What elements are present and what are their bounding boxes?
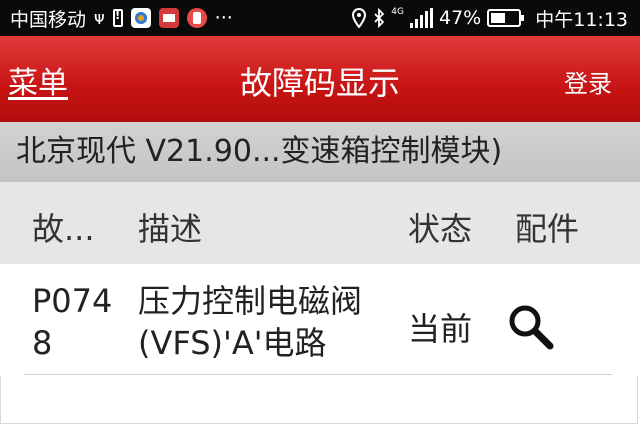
- notification-app-icon: [186, 8, 207, 28]
- header-parts: 配件: [515, 210, 580, 248]
- battery-warning-icon: [112, 8, 123, 27]
- header-description: 描述: [138, 210, 203, 248]
- battery-percent: 47%: [439, 7, 482, 29]
- more-dots-icon: ···: [214, 7, 233, 29]
- battery-icon: [487, 9, 525, 27]
- signal-icon: [410, 8, 433, 28]
- status-bar: 中国移动 ᴪ ··· 4G 47% 中午11:13: [0, 0, 640, 36]
- search-icon[interactable]: [506, 302, 554, 350]
- table-row[interactable]: P0748 压力控制电磁阀(VFS)'A'电路 当前: [0, 264, 640, 376]
- clock: 中午11:13: [535, 8, 628, 31]
- row-divider: [24, 374, 612, 375]
- module-breadcrumb: 北京现代 V21.90...变速箱控制模块): [0, 122, 640, 182]
- usb-debug-icon: ᴪ: [94, 7, 105, 29]
- table-header: 故... 描述 状态 配件: [0, 182, 640, 264]
- login-button[interactable]: 登录: [564, 64, 612, 99]
- fault-status: 当前: [408, 310, 473, 348]
- menu-button[interactable]: 菜单: [8, 58, 68, 102]
- module-name: 北京现代 V21.90...变速箱控制模块): [16, 134, 503, 169]
- calendar-icon: [158, 8, 179, 28]
- action-bar: 菜单 故障码显示 登录: [0, 36, 640, 122]
- fault-code: P0748: [32, 282, 113, 362]
- fault-description: 压力控制电磁阀(VFS)'A'电路: [138, 282, 363, 362]
- location-icon: [352, 8, 367, 28]
- carrier-name: 中国移动: [10, 8, 87, 31]
- network-type: 4G: [391, 7, 404, 17]
- app-icon: [130, 8, 151, 28]
- page-title: 故障码显示: [239, 64, 400, 102]
- header-code[interactable]: 故...: [32, 204, 95, 250]
- header-status: 状态: [408, 210, 473, 248]
- bluetooth-icon: [374, 8, 385, 28]
